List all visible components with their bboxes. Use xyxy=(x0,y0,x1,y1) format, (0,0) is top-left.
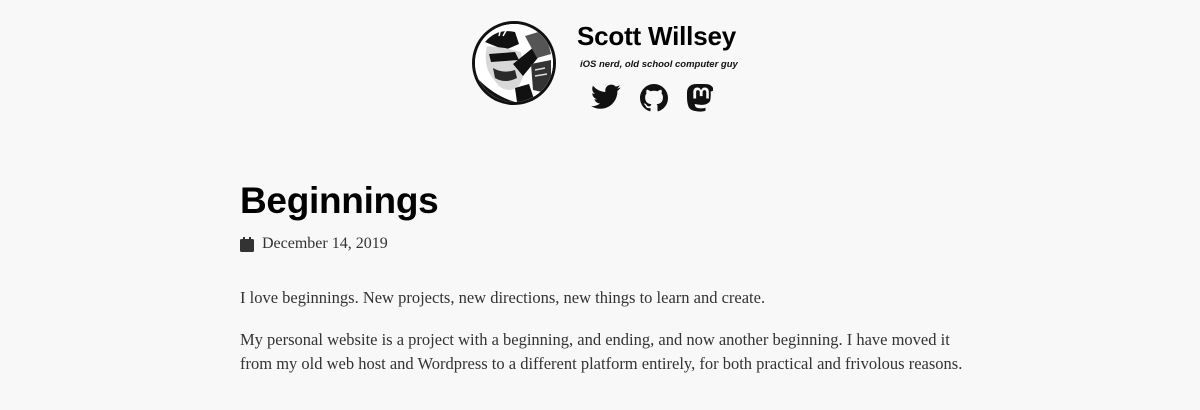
post-title[interactable]: Beginnings xyxy=(240,180,439,222)
post-body: I love beginnings. New projects, new dir… xyxy=(240,286,970,394)
twitter-icon xyxy=(591,84,621,109)
site-tagline: iOS nerd, old school computer guy xyxy=(580,59,738,70)
post-paragraph: I love beginnings. New projects, new dir… xyxy=(240,288,766,307)
mastodon-link[interactable] xyxy=(687,84,717,112)
twitter-link[interactable] xyxy=(591,84,621,112)
mastodon-icon xyxy=(687,84,713,112)
site-header: Scott Willsey iOS nerd, old school compu… xyxy=(472,21,738,113)
site-title[interactable]: Scott Willsey xyxy=(577,21,736,52)
github-link[interactable] xyxy=(640,84,670,112)
post-meta: December 14, 2019 xyxy=(240,234,388,254)
github-icon xyxy=(640,84,668,112)
avatar[interactable] xyxy=(472,21,556,105)
post-date: December 14, 2019 xyxy=(262,235,388,252)
calendar-icon xyxy=(240,236,254,252)
post-paragraph: My personal website is a project with a … xyxy=(240,330,963,373)
